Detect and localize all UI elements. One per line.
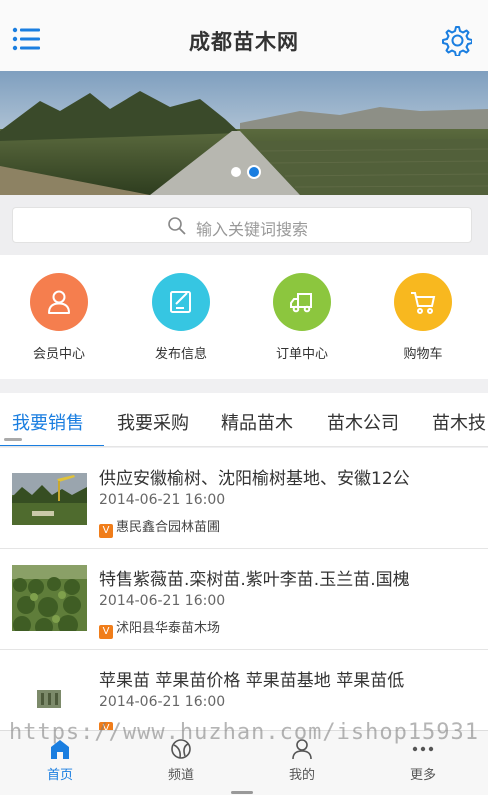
more-icon: [412, 746, 434, 752]
truck-icon: [273, 273, 331, 331]
channel-icon: [171, 739, 191, 759]
company-name: 沭阳县华泰苗木场: [116, 621, 221, 636]
category-tabs: 我要销售 我要采购 精品苗木 苗木公司 苗木技: [0, 393, 488, 447]
home-indicator: [231, 791, 253, 794]
quick-nav-member-center[interactable]: 会员中心: [14, 273, 104, 362]
list-item[interactable]: 特售紫薇苗.栾树苗.紫叶李苗.玉兰苗.国槐 2014-06-21 16:00 V…: [0, 549, 488, 650]
app-screen: 成都苗木网 输入关键词搜索 会员中心 发布信息 订单中心 购物车 我要销售 我要…: [0, 0, 488, 795]
listing-company: V 沭阳县华泰苗木场: [99, 617, 220, 639]
cart-icon: [394, 273, 452, 331]
edit-icon: [152, 273, 210, 331]
verified-badge: V: [99, 524, 113, 538]
listing-date: 2014-06-21 16:00: [99, 492, 226, 508]
tab-premium[interactable]: 精品苗木: [221, 409, 293, 435]
bottom-nav-label: 我的: [288, 768, 315, 783]
search-bar: 输入关键词搜索: [0, 195, 488, 255]
home-icon: [51, 740, 69, 759]
tab-purchase[interactable]: 我要采购: [117, 409, 189, 435]
quick-nav: 会员中心 发布信息 订单中心 购物车: [0, 255, 488, 379]
carousel-dot[interactable]: [231, 167, 241, 177]
quick-nav-label: 购物车: [403, 347, 443, 362]
tab-sell[interactable]: 我要销售: [12, 409, 84, 435]
carousel-dot-active[interactable]: [249, 167, 259, 177]
page-title: 成都苗木网: [189, 30, 299, 54]
search-placeholder: 输入关键词搜索: [196, 220, 309, 239]
bottom-nav-profile[interactable]: 我的: [262, 731, 342, 789]
verified-badge: V: [99, 722, 113, 730]
listing-title: 特售紫薇苗.栾树苗.紫叶李苗.玉兰苗.国槐: [99, 570, 410, 590]
listing-title: 供应安徽榆树、沈阳榆树基地、安徽12公: [99, 469, 410, 489]
gear-icon[interactable]: [440, 24, 473, 57]
search-icon: [168, 217, 186, 235]
profile-icon: [292, 739, 312, 760]
bottom-nav-label: 更多: [409, 768, 436, 783]
bottom-nav-label: 频道: [167, 768, 194, 783]
tab-companies[interactable]: 苗木公司: [327, 409, 399, 435]
top-bar: 成都苗木网: [0, 0, 488, 71]
tab-technology[interactable]: 苗木技: [432, 409, 486, 435]
listing-title: 苹果苗 苹果苗价格 苹果苗基地 苹果苗低: [99, 671, 405, 691]
company-name: 惠民鑫合园林苗圃: [116, 520, 221, 535]
banner-carousel[interactable]: [0, 71, 488, 195]
bottom-nav: 首页 频道 我的 更多: [0, 730, 488, 795]
listing-company: V 惠民鑫合园林苗圃: [99, 516, 220, 538]
bottom-nav-label: 首页: [46, 768, 73, 783]
search-input[interactable]: 输入关键词搜索: [12, 207, 472, 243]
quick-nav-label: 会员中心: [32, 347, 85, 362]
tab-scrollbar[interactable]: [4, 438, 22, 441]
user-icon: [30, 273, 88, 331]
quick-nav-cart[interactable]: 购物车: [378, 273, 468, 362]
listing-list: 供应安徽榆树、沈阳榆树基地、安徽12公 2014-06-21 16:00 V 惠民…: [0, 448, 488, 730]
quick-nav-label: 发布信息: [154, 347, 207, 362]
quick-nav-label: 订单中心: [275, 347, 328, 362]
tab-active-indicator: [0, 445, 104, 446]
verified-badge: V: [99, 625, 113, 639]
list-item[interactable]: 苹果苗 苹果苗价格 苹果苗基地 苹果苗低 2014-06-21 16:00 V: [0, 650, 488, 730]
list-item[interactable]: 供应安徽榆树、沈阳榆树基地、安徽12公 2014-06-21 16:00 V 惠民…: [0, 448, 488, 549]
listing-date: 2014-06-21 16:00: [99, 694, 226, 710]
banner-image: [0, 71, 488, 195]
bottom-nav-channel[interactable]: 频道: [141, 731, 221, 789]
quick-nav-order-center[interactable]: 订单中心: [257, 273, 347, 362]
quick-nav-publish[interactable]: 发布信息: [136, 273, 226, 362]
listing-thumbnail: [12, 565, 87, 631]
listing-thumbnail: [37, 690, 61, 708]
listing-company: V: [99, 718, 116, 730]
bottom-nav-more[interactable]: 更多: [383, 731, 463, 789]
listing-thumbnail: [12, 473, 87, 525]
listing-date: 2014-06-21 16:00: [99, 593, 226, 609]
bottom-nav-home[interactable]: 首页: [20, 731, 100, 789]
